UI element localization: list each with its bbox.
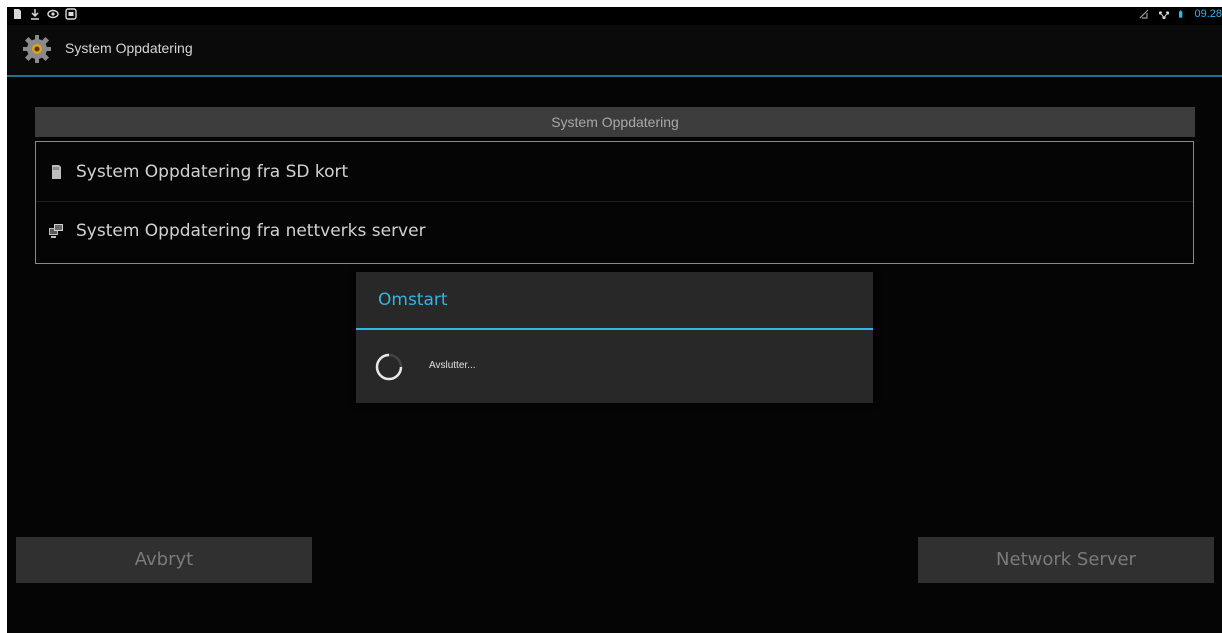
list-item-label: System Oppdatering fra nettverks server <box>76 221 426 241</box>
download-icon <box>31 9 39 20</box>
network-server-icon <box>49 224 63 238</box>
dialog-message: Avslutter... <box>429 360 476 371</box>
app-title: System Oppdatering <box>65 40 193 56</box>
status-bar: 09.28 <box>7 7 1222 25</box>
spinner-icon <box>375 353 403 381</box>
sd-card-icon <box>52 165 61 179</box>
options-list: System Oppdatering fra SD kort System Op… <box>35 141 1194 264</box>
dialog-divider <box>356 328 873 330</box>
restart-dialog: Omstart Avslutter... <box>356 272 873 403</box>
cancel-button[interactable]: Avbryt <box>16 537 312 583</box>
action-bar: System Oppdatering <box>7 25 1222 77</box>
device-screen: 09.28 System Oppdatering System Oppdater… <box>7 7 1222 633</box>
sd-card-icon <box>14 9 21 19</box>
eye-icon <box>47 9 59 19</box>
network-server-button[interactable]: Network Server <box>918 537 1214 583</box>
gear-icon[interactable] <box>21 33 53 65</box>
screen-icon <box>65 8 77 20</box>
signal-off-icon <box>1140 9 1149 19</box>
list-item-network-server-update[interactable]: System Oppdatering fra nettverks server <box>36 202 1193 260</box>
list-item-sd-card-update[interactable]: System Oppdatering fra SD kort <box>36 143 1193 202</box>
clock-time: 09.28 <box>1194 8 1222 20</box>
list-item-label: System Oppdatering fra SD kort <box>76 162 349 182</box>
dialog-title: Omstart <box>378 290 448 310</box>
battery-icon <box>1179 10 1183 18</box>
network-icon <box>1159 11 1170 20</box>
section-header: System Oppdatering <box>35 107 1195 137</box>
